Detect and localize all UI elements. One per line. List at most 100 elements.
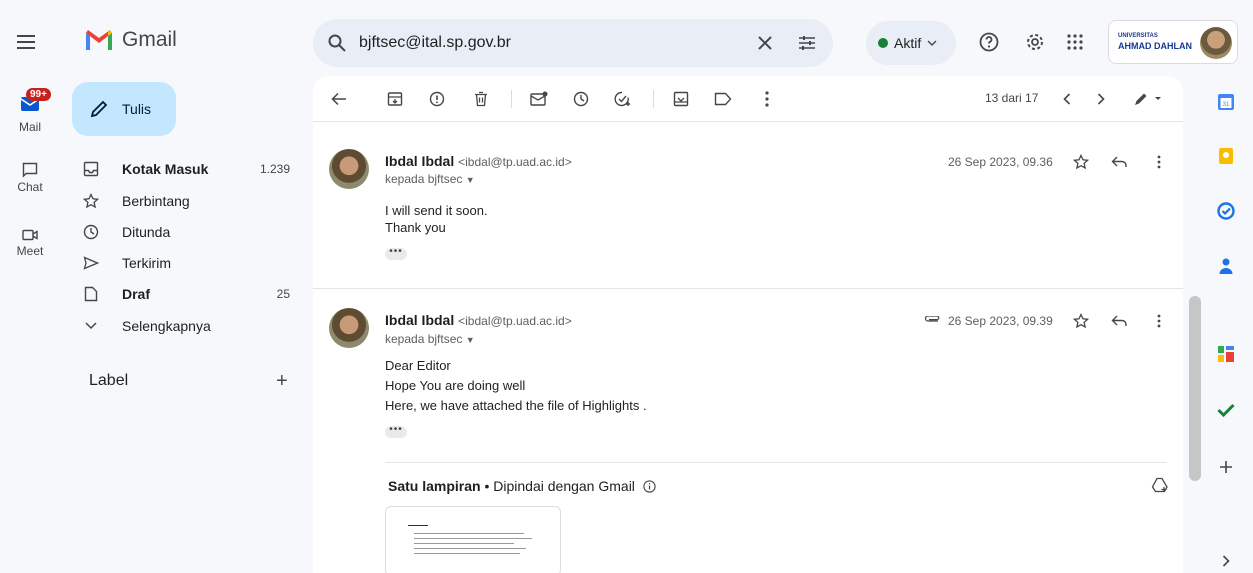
account-switcher[interactable]: UNIVERSITAS AHMAD DAHLAN <box>1108 20 1238 64</box>
main-menu-button[interactable] <box>14 30 38 54</box>
svg-text:31: 31 <box>1223 102 1230 108</box>
app-name: Gmail <box>122 28 177 51</box>
nav-inbox-count: 1.239 <box>259 162 290 176</box>
label-tag-icon[interactable] <box>713 89 733 109</box>
attachment-scan-note: • Dipindai dengan Gmail <box>480 478 635 494</box>
message-sender: Ibdal Ibdal <ibdal@tp.uad.ac.id> <box>385 153 572 169</box>
nav-inbox-label: Kotak Masuk <box>122 161 209 177</box>
back-arrow-icon[interactable] <box>329 89 349 109</box>
nav-snoozed[interactable]: Ditunda <box>80 217 302 247</box>
rail-meet[interactable]: Meet <box>0 226 60 258</box>
caret-down-icon: ▼ <box>465 335 475 345</box>
nav-more[interactable]: Selengkapnya <box>80 311 302 341</box>
hamburger-icon <box>17 35 35 49</box>
snooze-clock-icon[interactable] <box>571 89 591 109</box>
recipient-toggle[interactable]: kepada bjftsec ▼ <box>385 172 475 186</box>
more-vert-icon[interactable] <box>757 89 777 109</box>
org-line1: UNIVERSITAS <box>1118 33 1158 39</box>
scrollbar-thumb[interactable] <box>1189 296 1201 481</box>
gmail-logo[interactable]: Gmail <box>84 28 177 52</box>
contacts-icon[interactable] <box>1214 254 1238 278</box>
message-view: 13 dari 17 Ibdal Ibdal <ibdal@tp.uad.ac.… <box>313 76 1183 573</box>
nav-sent[interactable]: Terkirim <box>80 248 302 278</box>
draft-icon <box>80 286 102 302</box>
mark-unread-icon[interactable] <box>529 89 549 109</box>
calendar-icon[interactable]: 31 <box>1214 90 1238 114</box>
status-label: Aktif <box>894 35 922 51</box>
caret-down-icon: ▼ <box>465 175 475 185</box>
archive-icon[interactable] <box>385 89 405 109</box>
nav-starred[interactable]: Berbintang <box>80 186 302 216</box>
search-icon[interactable] <box>327 33 347 53</box>
add-task-icon[interactable] <box>613 89 633 109</box>
message-body-line: Dear Editor <box>385 358 451 373</box>
keep-icon[interactable] <box>1214 144 1238 168</box>
tasks-icon[interactable] <box>1214 199 1238 223</box>
show-trimmed-button[interactable]: ••• <box>385 247 407 260</box>
chevron-left-icon[interactable] <box>1057 89 1077 109</box>
chevron-down-icon <box>80 322 102 330</box>
mail-unread-badge: 99+ <box>26 88 51 101</box>
chevron-right-icon[interactable] <box>1091 89 1111 109</box>
move-to-icon[interactable] <box>671 89 691 109</box>
sender-avatar[interactable] <box>329 149 369 189</box>
check-addon-icon[interactable] <box>1214 398 1238 422</box>
compose-button[interactable]: Tulis <box>72 82 176 136</box>
attachment-divider <box>385 462 1167 463</box>
show-trimmed-button[interactable]: ••• <box>385 425 407 438</box>
message-body-line: I will send it soon. <box>385 203 488 218</box>
toolbar-divider <box>313 121 1183 122</box>
settings-icon[interactable] <box>1024 31 1046 53</box>
addon-grid-icon[interactable] <box>1214 342 1238 366</box>
message-divider <box>313 288 1183 289</box>
add-to-drive-icon[interactable] <box>1149 474 1171 496</box>
more-vert-icon[interactable] <box>1149 152 1169 172</box>
star-icon <box>80 193 102 209</box>
search-options-icon[interactable] <box>797 33 817 53</box>
recipient-text: kepada bjftsec <box>385 332 463 346</box>
chevron-right-icon[interactable] <box>1214 549 1238 573</box>
star-icon[interactable] <box>1071 311 1091 331</box>
report-spam-icon[interactable] <box>427 89 447 109</box>
apps-grid-icon[interactable] <box>1064 31 1086 53</box>
reply-icon[interactable] <box>1109 311 1129 331</box>
sender-name: Ibdal Ibdal <box>385 312 455 328</box>
message-date: 26 Sep 2023, 09.36 <box>948 155 1053 169</box>
sender-avatar[interactable] <box>329 308 369 348</box>
star-icon[interactable] <box>1071 152 1091 172</box>
help-icon[interactable] <box>978 31 1000 53</box>
status-selector[interactable]: Aktif <box>866 21 956 65</box>
nav-drafts-label: Draf <box>122 286 151 302</box>
recipient-toggle[interactable]: kepada bjftsec ▼ <box>385 332 475 346</box>
clock-icon <box>80 224 102 240</box>
add-label-button[interactable]: + <box>276 370 288 393</box>
clear-search-icon[interactable] <box>755 33 775 53</box>
attachment-clip-icon <box>923 314 941 328</box>
message-body-line: Here, we have attached the file of Highl… <box>385 398 647 413</box>
pagination-text: 13 dari 17 <box>985 91 1039 105</box>
more-vert-icon[interactable] <box>1149 311 1169 331</box>
labels-heading: Label <box>89 372 129 389</box>
inbox-icon <box>80 161 102 177</box>
rail-chat[interactable]: Chat <box>0 160 60 194</box>
info-icon[interactable] <box>643 480 656 493</box>
search-input[interactable] <box>359 31 739 55</box>
search-bar[interactable] <box>313 19 833 67</box>
recipient-text: kepada bjftsec <box>385 172 463 186</box>
reply-icon[interactable] <box>1109 152 1129 172</box>
org-line2: AHMAD DAHLAN <box>1118 41 1192 51</box>
input-tools-pen-icon[interactable] <box>1131 89 1165 109</box>
rail-mail-label: Mail <box>18 120 41 134</box>
nav-drafts[interactable]: Draf 25 <box>80 279 302 309</box>
nav-starred-label: Berbintang <box>122 193 190 209</box>
nav-inbox[interactable]: Kotak Masuk 1.239 <box>80 154 302 184</box>
add-addon-icon[interactable] <box>1214 455 1238 479</box>
send-icon <box>80 256 102 270</box>
rail-chat-label: Chat <box>17 180 43 194</box>
compose-label: Tulis <box>122 101 152 117</box>
attachment-thumbnail[interactable] <box>385 506 561 573</box>
trash-icon[interactable] <box>471 89 491 109</box>
account-avatar[interactable] <box>1200 27 1232 59</box>
message-body-line: Hope You are doing well <box>385 378 526 393</box>
status-dot <box>878 38 888 48</box>
